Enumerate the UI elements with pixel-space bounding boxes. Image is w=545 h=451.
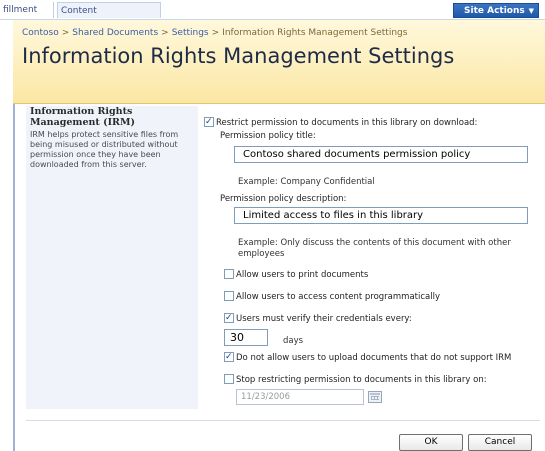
stop-restricting-row: Stop restricting permission to documents… [224, 374, 487, 385]
breadcrumb-separator: > [61, 28, 70, 38]
breadcrumb-library-link[interactable]: Shared Documents [72, 28, 158, 38]
section-description: Information Rights Management (IRM) IRM … [26, 106, 198, 409]
policy-description-label: Permission policy description: [220, 194, 347, 204]
policy-title-label: Permission policy title: [220, 131, 316, 141]
title-area: Contoso > Shared Documents > Settings > Inform… [13, 20, 545, 104]
breadcrumb-site-link[interactable]: Contoso [22, 28, 59, 38]
allow-programmatic-label: Allow users to access content programmat… [236, 292, 440, 302]
policy-description-example: Example: Only discuss the contents of th… [238, 238, 511, 259]
allow-programmatic-checkbox[interactable] [224, 291, 234, 301]
breadcrumb-current: Information Rights Management Settings [222, 28, 408, 38]
allow-print-row: Allow users to print documents [224, 269, 368, 280]
site-actions-label: Site Actions [464, 6, 525, 16]
left-nav-edge [13, 104, 15, 451]
page-title: Information Rights Management Settings [22, 44, 455, 68]
breadcrumb-separator: > [211, 28, 220, 38]
no-upload-label: Do not allow users to upload documents t… [236, 353, 512, 363]
verify-credentials-row: Users must verify their credentials ever… [224, 313, 412, 324]
breadcrumb-settings-link[interactable]: Settings [172, 28, 209, 38]
breadcrumb: Contoso > Shared Documents > Settings > Inform… [22, 28, 407, 38]
chevron-down-icon: ▼ [528, 7, 534, 15]
tab-content-development[interactable]: Content Development [57, 2, 161, 32]
stop-restricting-label: Stop restricting permission to documents… [236, 375, 487, 385]
verify-credentials-checkbox[interactable] [224, 313, 234, 323]
stop-date-input[interactable]: 11/23/2006 [236, 389, 364, 405]
footer-divider [26, 420, 540, 421]
restrict-permission-checkbox[interactable] [204, 117, 214, 127]
policy-title-example: Example: Company Confidential [238, 177, 375, 187]
verify-days-input[interactable]: 30 [224, 329, 268, 346]
verify-days-unit: days [283, 336, 304, 346]
calendar-icon[interactable] [368, 391, 382, 403]
breadcrumb-separator: > [161, 28, 169, 38]
allow-print-checkbox[interactable] [224, 269, 234, 279]
tab-fulfillment[interactable]: fillment [0, 2, 54, 18]
section-help-text: IRM helps protect sensitive files from b… [30, 130, 179, 169]
policy-title-input[interactable]: Contoso shared documents permission poli… [234, 146, 528, 163]
site-actions-button[interactable]: Site Actions ▼ [453, 3, 539, 18]
no-upload-checkbox[interactable] [224, 352, 234, 362]
allow-programmatic-row: Allow users to access content programmat… [224, 291, 440, 302]
policy-description-input[interactable]: Limited access to files in this library [234, 207, 528, 224]
restrict-permission-label: Restrict permission to documents in this… [216, 118, 478, 128]
section-title: Information Rights Management (IRM) [30, 106, 135, 128]
restrict-permission-row: Restrict permission to documents in this… [204, 117, 477, 128]
irm-settings-form: Restrict permission to documents in this… [204, 106, 540, 409]
top-nav: fillment Content Development Site Action… [0, 0, 545, 32]
stop-restricting-checkbox[interactable] [224, 374, 234, 384]
ok-button[interactable]: OK [399, 434, 463, 451]
cancel-button[interactable]: Cancel [468, 434, 532, 451]
verify-credentials-label: Users must verify their credentials ever… [236, 314, 412, 324]
no-upload-row: Do not allow users to upload documents t… [224, 352, 511, 363]
allow-print-label: Allow users to print documents [236, 270, 369, 280]
